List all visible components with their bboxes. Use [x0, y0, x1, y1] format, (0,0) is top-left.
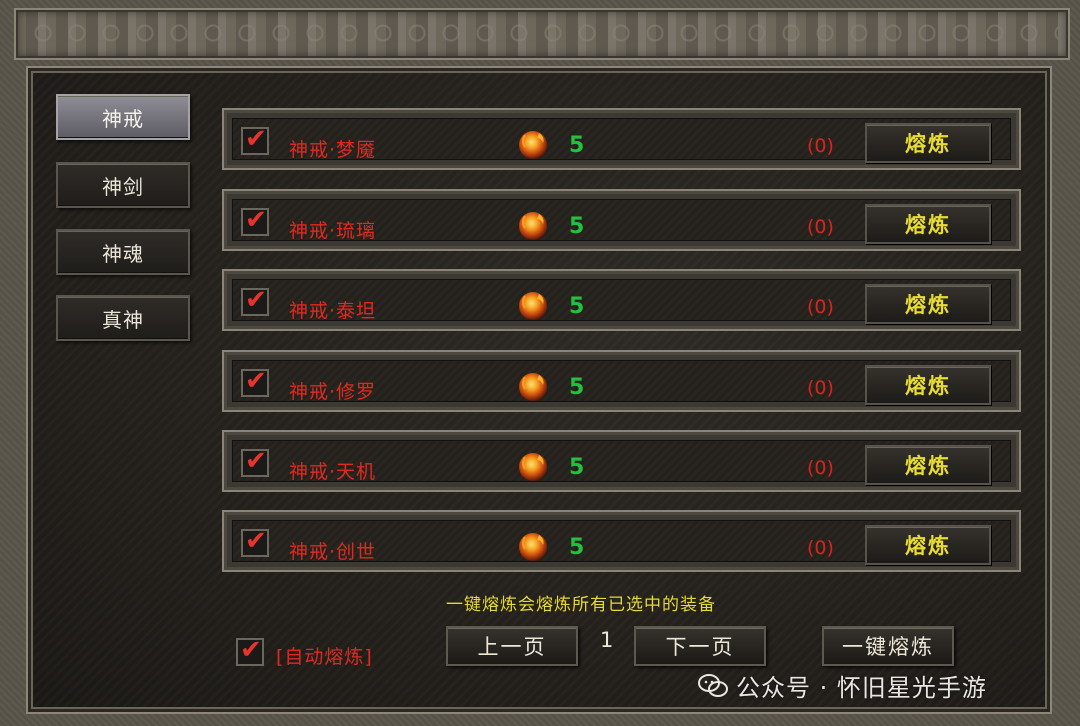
required-count: 5 — [569, 535, 585, 560]
auto-smelt-checkbox[interactable]: ✔ — [236, 635, 264, 666]
fire-orb-icon — [519, 292, 547, 320]
item-checkbox[interactable]: ✔ — [241, 526, 269, 557]
wechat-icon — [698, 673, 728, 697]
required-count: 5 — [569, 375, 585, 400]
smelt-button[interactable]: 熔炼 — [865, 445, 991, 485]
required-count: 5 — [569, 214, 585, 239]
item-checkbox[interactable]: ✔ — [241, 205, 269, 236]
item-row: ✔ 神戒·修罗 5 (0) 熔炼 — [222, 350, 1021, 412]
smelt-button[interactable]: 熔炼 — [865, 525, 991, 565]
prev-page-button[interactable]: 上一页 — [446, 626, 578, 666]
item-row: ✔ 神戒·创世 5 (0) 熔炼 — [222, 510, 1021, 572]
tab-label: 神戒 — [102, 106, 144, 131]
item-name: 神戒·修罗 — [289, 381, 377, 403]
tab-shenjian[interactable]: 神剑 — [56, 162, 190, 208]
owned-count: (0) — [807, 135, 834, 157]
item-name: 神戒·泰坦 — [289, 300, 377, 322]
item-row: ✔ 神戒·琉璃 5 (0) 熔炼 — [222, 189, 1021, 251]
required-count: 5 — [569, 294, 585, 319]
fire-orb-icon — [519, 373, 547, 401]
owned-count: (0) — [807, 537, 834, 559]
tab-label: 神剑 — [102, 174, 144, 199]
owned-count: (0) — [807, 377, 834, 399]
item-name: 神戒·天机 — [289, 461, 377, 483]
item-row: ✔ 神戒·泰坦 5 (0) 熔炼 — [222, 269, 1021, 331]
one-click-smelt-button[interactable]: 一键熔炼 — [822, 626, 954, 666]
smelt-button[interactable]: 熔炼 — [865, 123, 991, 163]
item-checkbox[interactable]: ✔ — [241, 285, 269, 316]
checkmark-icon: ✔ — [245, 446, 267, 476]
item-name: 神戒·创世 — [289, 541, 377, 563]
watermark: 公众号 · 怀旧星光手游 — [698, 668, 987, 703]
next-page-button[interactable]: 下一页 — [634, 626, 766, 666]
checkmark-icon: ✔ — [245, 366, 267, 396]
fire-orb-icon — [519, 131, 547, 159]
tab-zhenshen[interactable]: 真神 — [56, 295, 190, 341]
smelt-button[interactable]: 熔炼 — [865, 284, 991, 324]
one-click-hint: 一键熔炼会熔炼所有已选中的装备 — [446, 595, 716, 615]
watermark-text: 公众号 · 怀旧星光手游 — [736, 674, 987, 702]
tab-label: 真神 — [102, 307, 144, 332]
item-checkbox[interactable]: ✔ — [241, 366, 269, 397]
auto-smelt-label: [自动熔炼] — [276, 646, 373, 668]
smelt-button[interactable]: 熔炼 — [865, 204, 991, 244]
item-row: ✔ 神戒·天机 5 (0) 熔炼 — [222, 430, 1021, 492]
tab-label: 神魂 — [102, 241, 144, 266]
page-number: 1 — [600, 628, 614, 652]
ornamental-header-band — [14, 8, 1070, 60]
item-checkbox[interactable]: ✔ — [241, 124, 269, 155]
item-row: ✔ 神戒·梦魇 5 (0) 熔炼 — [222, 108, 1021, 170]
tab-shenjie[interactable]: 神戒 — [56, 94, 190, 140]
item-name: 神戒·琉璃 — [289, 220, 377, 242]
tab-shenhun[interactable]: 神魂 — [56, 229, 190, 275]
required-count: 5 — [569, 455, 585, 480]
fire-orb-icon — [519, 453, 547, 481]
checkmark-icon: ✔ — [245, 205, 267, 235]
item-checkbox[interactable]: ✔ — [241, 446, 269, 477]
owned-count: (0) — [807, 216, 834, 238]
item-name: 神戒·梦魇 — [289, 139, 377, 161]
smelt-button[interactable]: 熔炼 — [865, 365, 991, 405]
checkmark-icon: ✔ — [245, 285, 267, 315]
owned-count: (0) — [807, 457, 834, 479]
required-count: 5 — [569, 133, 585, 158]
fire-orb-icon — [519, 533, 547, 561]
checkmark-icon: ✔ — [245, 526, 267, 556]
owned-count: (0) — [807, 296, 834, 318]
fire-orb-icon — [519, 212, 547, 240]
checkmark-icon: ✔ — [240, 635, 262, 665]
checkmark-icon: ✔ — [245, 124, 267, 154]
